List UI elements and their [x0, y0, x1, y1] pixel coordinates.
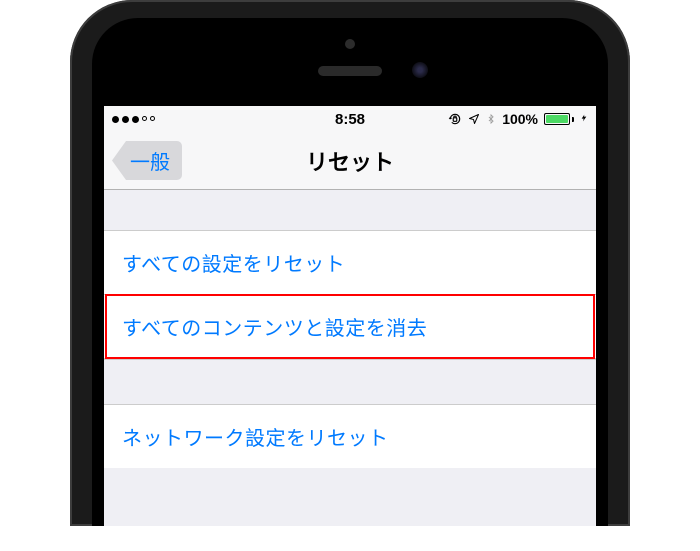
location-icon: [468, 113, 480, 125]
group-separator: [104, 359, 596, 405]
reset-network-row[interactable]: ネットワーク設定をリセット: [104, 405, 596, 468]
signal-strength-icon: [112, 116, 155, 123]
screen: 8:58 100%: [104, 106, 596, 526]
orientation-lock-icon: [448, 112, 462, 126]
status-bar: 8:58 100%: [104, 106, 596, 132]
settings-list: すべての設定をリセット すべてのコンテンツと設定を消去 ネットワーク設定をリセッ…: [104, 230, 596, 468]
battery-percentage: 100%: [502, 111, 538, 127]
front-camera: [412, 62, 428, 78]
charging-icon: [580, 111, 588, 128]
page-title: リセット: [306, 145, 394, 177]
navigation-bar: 一般 リセット: [104, 132, 596, 190]
back-button[interactable]: 一般: [112, 141, 182, 180]
reset-all-settings-row[interactable]: すべての設定をリセット: [104, 231, 596, 295]
erase-all-content-row[interactable]: すべてのコンテンツと設定を消去: [104, 295, 596, 359]
bluetooth-icon: [486, 112, 496, 126]
status-time: 8:58: [335, 111, 365, 128]
earpiece-speaker: [318, 66, 382, 76]
proximity-sensor: [345, 39, 355, 49]
phone-frame: 8:58 100%: [70, 0, 630, 526]
battery-icon: [544, 113, 574, 125]
phone-bezel: 8:58 100%: [92, 18, 608, 526]
back-button-label: 一般: [130, 152, 170, 174]
